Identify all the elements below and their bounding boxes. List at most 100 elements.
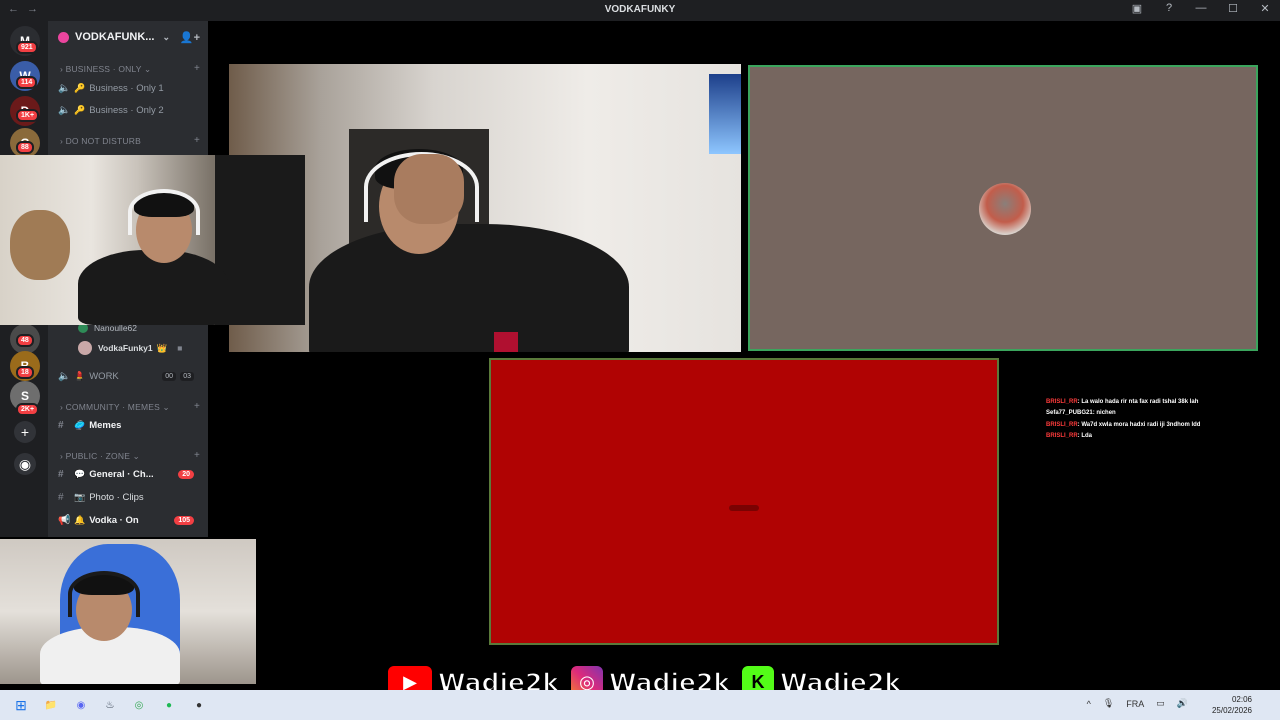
voice-icon: 🔈 bbox=[58, 82, 71, 94]
hash-icon: # bbox=[58, 468, 64, 480]
voice-icon: 🔈 bbox=[58, 104, 71, 116]
channel-label: Memes bbox=[89, 419, 122, 431]
channel-label: Business · Only 1 bbox=[89, 82, 164, 94]
user-count: 00 bbox=[162, 371, 176, 381]
minimize-button[interactable]: — bbox=[1192, 2, 1210, 15]
video-tile-avatar[interactable] bbox=[748, 65, 1258, 351]
channel-vodka[interactable]: 📢 🔔 Vodka · On 105 bbox=[58, 511, 206, 529]
camera-icon: 📷 bbox=[74, 491, 86, 502]
key-icon: 🔑 bbox=[74, 104, 86, 115]
start-icon[interactable]: ⊞ bbox=[12, 697, 30, 713]
window-controls: ▣ ? — ☐ ✕ bbox=[1128, 2, 1274, 15]
category-business[interactable]: › BUSINESS · ONLY ⌄ + bbox=[60, 63, 200, 75]
voice-user[interactable]: VodkaFunky1 👑 ■ bbox=[78, 340, 182, 356]
microphone-icon[interactable]: 🎙 bbox=[1103, 698, 1114, 709]
add-server-icon[interactable]: + bbox=[14, 421, 36, 443]
channel-memes[interactable]: # 🥏 Memes bbox=[58, 416, 206, 434]
channel-business-2[interactable]: 🔈 🔑 Business · Only 2 bbox=[58, 101, 206, 119]
window-title: VODKAFUNKY bbox=[604, 4, 676, 15]
guild-name: VODKAFUNK... bbox=[75, 31, 155, 43]
hash-icon: # bbox=[58, 419, 64, 431]
guild-icon bbox=[58, 31, 69, 43]
chat-username: BRISLI_RR bbox=[1046, 399, 1078, 405]
webcam-overlay-1 bbox=[0, 155, 305, 325]
chat-message: BRISLI_RR: Lda bbox=[1046, 433, 1276, 444]
add-channel-icon[interactable]: + bbox=[194, 450, 200, 461]
channel-label: WORK bbox=[89, 370, 119, 382]
disc-icon: 🥏 bbox=[74, 419, 86, 430]
channel-label: Vodka · On bbox=[89, 514, 139, 526]
category-dnd[interactable]: › DO NOT DISTURB + bbox=[60, 135, 200, 146]
video-tile-main[interactable] bbox=[229, 64, 741, 352]
chevron-up-icon[interactable]: ^ bbox=[1087, 699, 1091, 709]
server-badge: 2K+ bbox=[16, 403, 40, 416]
crown-icon: 👑 bbox=[156, 342, 168, 353]
invite-icon[interactable]: 👤+ bbox=[180, 31, 200, 44]
chair-logo bbox=[494, 332, 518, 352]
obs-icon[interactable]: ● bbox=[190, 697, 208, 713]
speech-bubble-icon: 💬 bbox=[74, 468, 86, 479]
chat-username: BRISLI_RR bbox=[1046, 433, 1078, 440]
streamer-body bbox=[309, 224, 629, 352]
chevron-down-icon[interactable]: ⌄ bbox=[162, 32, 170, 43]
video-tile-red[interactable] bbox=[489, 358, 999, 645]
channel-work[interactable]: 🔈 💄 WORK 00 03 bbox=[58, 367, 206, 385]
guild-header[interactable]: VODKAFUNK... ⌄ 👤+ bbox=[48, 21, 208, 53]
channel-label: Photo · Clips bbox=[89, 491, 144, 503]
title-bar: ←→ VODKAFUNKY ▣ ? — ☐ ✕ bbox=[0, 0, 1280, 21]
headset-icon bbox=[128, 189, 200, 235]
file-explorer-icon[interactable]: 📁 bbox=[42, 697, 60, 713]
inbox-icon[interactable]: ▣ bbox=[1128, 2, 1146, 15]
chat-text: : Lda bbox=[1077, 433, 1093, 440]
language-indicator[interactable]: FRA bbox=[1126, 699, 1144, 709]
clock[interactable]: 02:06 25/02/2026 bbox=[1212, 694, 1252, 716]
background-cabinet bbox=[215, 155, 305, 325]
bell-icon: 🔔 bbox=[74, 514, 86, 525]
volume-icon[interactable]: 🔊 bbox=[1177, 698, 1188, 709]
streamer-hand bbox=[394, 154, 464, 224]
background-poster bbox=[709, 74, 741, 154]
server-badge: 48 bbox=[16, 334, 34, 347]
chat-message: BRISLI_RR: La walo hada rir nta fax radi… bbox=[1046, 399, 1276, 410]
server-badge: 1K+ bbox=[16, 109, 40, 122]
avatar bbox=[78, 341, 92, 355]
chat-text: : nichen bbox=[1092, 410, 1116, 417]
server-badge: 114 bbox=[16, 76, 38, 89]
channel-label: Business · Only 2 bbox=[89, 104, 164, 116]
voice-user-name: VodkaFunky1 bbox=[98, 343, 153, 353]
category-community[interactable]: › COMMUNITY · MEMES ⌄ + bbox=[60, 401, 200, 413]
chat-message: Sefa77_PUBG21: nichen bbox=[1046, 410, 1276, 421]
channel-general[interactable]: # 💬 General · Ch... 20 bbox=[58, 465, 206, 483]
server-badge: 18 bbox=[16, 366, 34, 379]
explore-icon[interactable]: ◉ bbox=[14, 453, 36, 475]
stream-placeholder bbox=[729, 505, 759, 511]
steam-icon[interactable]: ♨ bbox=[101, 697, 119, 713]
channel-photo[interactable]: # 📷 Photo · Clips bbox=[58, 488, 206, 506]
chat-username: Sefa77_PUBG21 bbox=[1046, 410, 1093, 417]
add-channel-icon[interactable]: + bbox=[194, 135, 200, 146]
mention-badge: 105 bbox=[174, 515, 194, 525]
discord-icon[interactable]: ◉ bbox=[72, 697, 90, 713]
server-badge: 921 bbox=[16, 41, 38, 54]
add-channel-icon[interactable]: + bbox=[194, 401, 200, 412]
close-button[interactable]: ✕ bbox=[1256, 2, 1274, 15]
help-icon[interactable]: ? bbox=[1160, 2, 1178, 15]
channel-business-1[interactable]: 🔈 🔑 Business · Only 1 bbox=[58, 79, 206, 97]
chat-text: : La walo hada rir nta fax radi tshal 38… bbox=[1077, 399, 1199, 405]
user-limit: 03 bbox=[180, 371, 194, 381]
lipstick-icon: 💄 bbox=[74, 370, 86, 381]
key-icon: 🔑 bbox=[74, 82, 86, 93]
guest-body bbox=[78, 250, 228, 325]
maximize-button[interactable]: ☐ bbox=[1224, 2, 1242, 15]
category-public[interactable]: › PUBLIC · ZONE ⌄ + bbox=[60, 450, 200, 462]
chrome-icon[interactable]: ◎ bbox=[130, 697, 148, 713]
headset-icon bbox=[68, 571, 140, 617]
avatar bbox=[979, 183, 1031, 235]
network-icon[interactable]: ▭ bbox=[1156, 698, 1165, 709]
camera-icon: ■ bbox=[177, 343, 183, 353]
server-badge: 88 bbox=[16, 141, 34, 154]
add-channel-icon[interactable]: + bbox=[194, 63, 200, 74]
chat-username: BRISLI_RR bbox=[1046, 421, 1078, 428]
channel-label: General · Ch... bbox=[89, 468, 154, 480]
spotify-icon[interactable]: ● bbox=[160, 697, 178, 713]
